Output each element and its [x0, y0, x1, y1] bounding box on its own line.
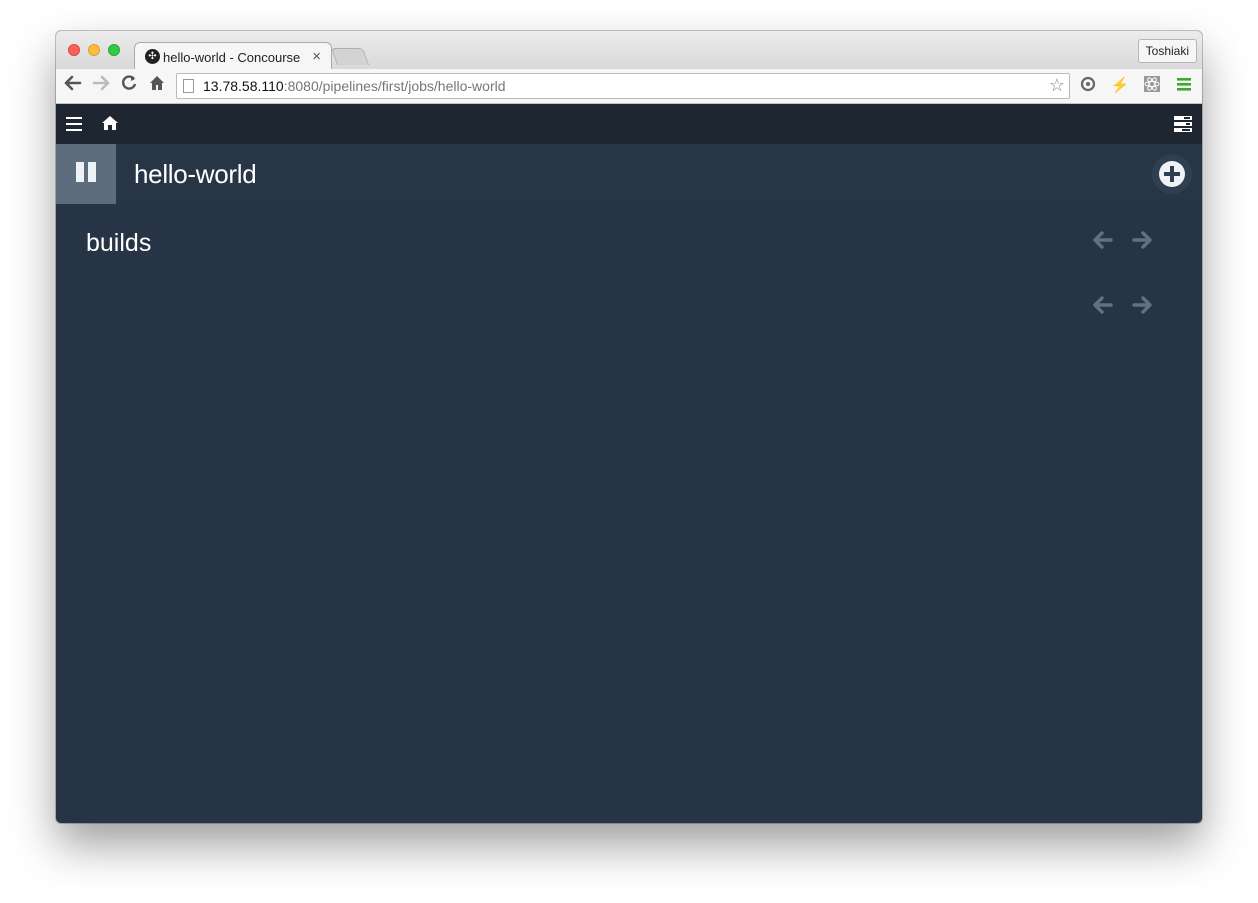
url-host: 13.78.58.110	[203, 78, 284, 94]
lightning-extension-icon[interactable]: ⚡	[1109, 75, 1131, 97]
window-close-button[interactable]	[68, 44, 80, 56]
concourse-favicon-icon: ✣	[145, 49, 160, 64]
react-extension-icon[interactable]	[1141, 75, 1163, 97]
url-path: :8080/pipelines/first/jobs/hello-world	[283, 78, 506, 94]
plus-circle-icon	[1159, 161, 1185, 187]
browser-window: ✣ hello-world - Concourse × Toshiaki 13.…	[56, 31, 1202, 823]
previous-page-arrow-icon[interactable]	[1092, 294, 1114, 316]
previous-page-arrow-icon[interactable]	[1092, 229, 1114, 251]
next-page-arrow-icon[interactable]	[1131, 229, 1153, 251]
job-title: hello-world	[134, 159, 257, 189]
bottom-pagination	[1092, 294, 1164, 316]
browser-titlebar: ✣ hello-world - Concourse × Toshiaki	[56, 31, 1202, 71]
builds-heading: builds	[86, 229, 152, 257]
pause-icon	[76, 162, 84, 182]
star-icon[interactable]: ☆	[1049, 75, 1065, 96]
sync-extension-icon[interactable]	[1077, 75, 1099, 97]
address-bar[interactable]: 13.78.58.110:8080/pipelines/first/jobs/h…	[176, 73, 1070, 99]
browser-home-icon[interactable]	[146, 74, 168, 96]
window-maximize-button[interactable]	[108, 44, 120, 56]
page-icon	[183, 79, 194, 93]
top-pagination	[1092, 229, 1164, 251]
job-header: hello-world	[56, 144, 1202, 204]
forward-arrow-icon[interactable]	[90, 74, 112, 96]
url-text[interactable]: 13.78.58.110:8080/pipelines/first/jobs/h…	[203, 78, 506, 94]
browser-toolbar: 13.78.58.110:8080/pipelines/first/jobs/h…	[56, 69, 1202, 104]
pause-job-button[interactable]	[56, 144, 116, 204]
groups-toggle-icon[interactable]	[1174, 116, 1192, 132]
browser-tab[interactable]: ✣ hello-world - Concourse ×	[134, 42, 332, 71]
tab-close-icon[interactable]: ×	[312, 48, 321, 65]
reload-icon[interactable]	[118, 74, 140, 96]
trigger-build-button[interactable]	[1152, 154, 1192, 194]
chrome-menu-icon[interactable]	[1173, 75, 1195, 97]
pause-icon-bar	[88, 162, 96, 182]
app-topbar	[56, 104, 1202, 144]
profile-button[interactable]: Toshiaki	[1137, 39, 1197, 63]
sidebar-toggle-icon[interactable]	[66, 117, 82, 131]
back-arrow-icon[interactable]	[62, 74, 84, 96]
next-page-arrow-icon[interactable]	[1131, 294, 1153, 316]
new-tab-button[interactable]	[330, 48, 370, 65]
home-icon[interactable]	[101, 115, 119, 131]
tab-title: hello-world - Concourse	[163, 50, 301, 65]
window-minimize-button[interactable]	[88, 44, 100, 56]
